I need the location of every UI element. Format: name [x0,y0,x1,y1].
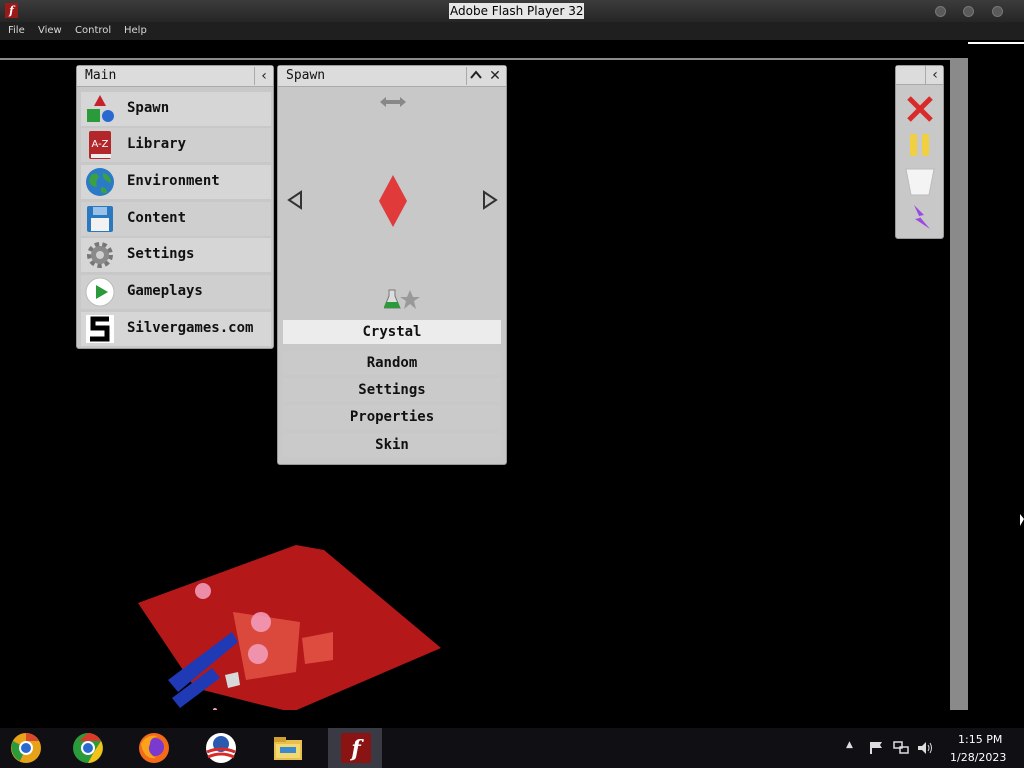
play-icon [85,277,115,307]
obama-logo-icon[interactable] [205,732,237,764]
floppy-disk-icon [87,206,113,232]
main-menu-label: Settings [127,246,195,262]
maximize-button[interactable] [963,6,974,17]
main-menu-label: Spawn [127,100,170,116]
clock-time[interactable]: 1:15 PM [958,733,1002,746]
minimize-spawn-button[interactable] [466,67,485,85]
globe-icon [86,168,114,196]
menubar: File View Control Help [0,22,1024,40]
spawn-option-random[interactable]: Random [283,351,501,375]
clock-date[interactable]: 1/28/2023 [950,751,1006,764]
main-menu-label: Content [127,210,187,226]
tools-panel: ‹ [895,65,944,239]
chevron-up-icon [470,70,482,79]
spawn-option-skin[interactable]: Skin [283,433,501,457]
spawn-panel-title: Spawn [286,68,326,83]
next-item-icon[interactable] [482,190,498,210]
crystal-preview-icon [379,175,407,227]
action-center-flag-icon[interactable] [869,741,883,755]
spawn-option-settings[interactable]: Settings [283,378,501,402]
main-menu-label: Gameplays [127,283,203,299]
main-menu-item-settings[interactable]: Settings [81,238,271,272]
tools-panel-header: ‹ [896,66,943,85]
menu-file[interactable]: File [8,25,25,36]
mouse-cursor-icon [1020,514,1024,526]
main-menu-label: Library [127,136,187,152]
main-menu-item-silvergames[interactable]: Silvergames.com [81,312,271,346]
flash-app-icon: f [5,3,18,18]
collapse-tools-button[interactable]: ‹ [925,66,944,84]
main-menu-label: Silvergames.com [127,320,254,336]
close-window-button[interactable] [992,6,1003,17]
close-spawn-button[interactable]: ✕ [486,67,504,85]
stage-top-strip [0,40,1024,60]
network-icon[interactable] [893,741,909,755]
firefox-icon[interactable] [138,732,170,764]
minimize-button[interactable] [935,6,946,17]
shapes-icon [87,95,114,122]
main-panel: Main ‹ Spawn A-Z Library Environment Con… [76,65,274,349]
stage-border [950,60,968,710]
main-menu-item-environment[interactable]: Environment [81,165,271,199]
selected-item-crystal[interactable]: Crystal [283,320,501,344]
main-panel-title: Main [85,68,117,83]
main-menu-item-content[interactable]: Content [81,202,271,236]
menu-help[interactable]: Help [124,25,147,36]
lightning-icon[interactable] [906,203,936,233]
menu-control[interactable]: Control [75,25,111,36]
bucket-icon[interactable] [905,167,935,197]
show-hidden-icons-icon[interactable]: ▲ [846,740,853,750]
pause-icon[interactable] [908,132,932,158]
menu-view[interactable]: View [38,25,62,36]
main-menu-item-spawn[interactable]: Spawn [81,92,271,126]
flask-star-icon[interactable] [384,288,422,310]
collapse-main-button[interactable]: ‹ [254,67,273,85]
chrome-canary-icon[interactable] [10,732,42,764]
main-menu-item-gameplays[interactable]: Gameplays [81,275,271,309]
main-menu-label: Environment [127,173,220,189]
window-titlebar: f Adobe Flash Player 32 [0,0,1024,22]
spawn-panel-header: Spawn ✕ [278,66,506,87]
volume-icon[interactable] [917,741,933,755]
flash-player-icon[interactable]: f [340,732,372,764]
gear-icon [87,242,113,268]
main-menu-item-library[interactable]: A-Z Library [81,128,271,162]
delete-tool-icon[interactable] [906,95,934,123]
silvergames-logo-icon [86,315,114,343]
prev-item-icon[interactable] [287,190,303,210]
spawn-option-properties[interactable]: Properties [283,405,501,429]
chrome-icon[interactable] [72,732,104,764]
book-icon: A-Z [89,131,111,159]
file-explorer-icon[interactable] [272,732,304,764]
svg-text:A-Z: A-Z [91,139,108,150]
particle [213,708,217,710]
window-title: Adobe Flash Player 32 [449,3,585,19]
window-margin [968,44,1024,710]
swap-arrows-icon[interactable] [380,96,406,108]
particle [195,583,211,599]
main-panel-header: Main ‹ [77,66,273,87]
particle [251,612,271,632]
particle [248,644,268,664]
spawn-panel: Spawn ✕ Crystal Random Settings Properti… [277,65,507,465]
